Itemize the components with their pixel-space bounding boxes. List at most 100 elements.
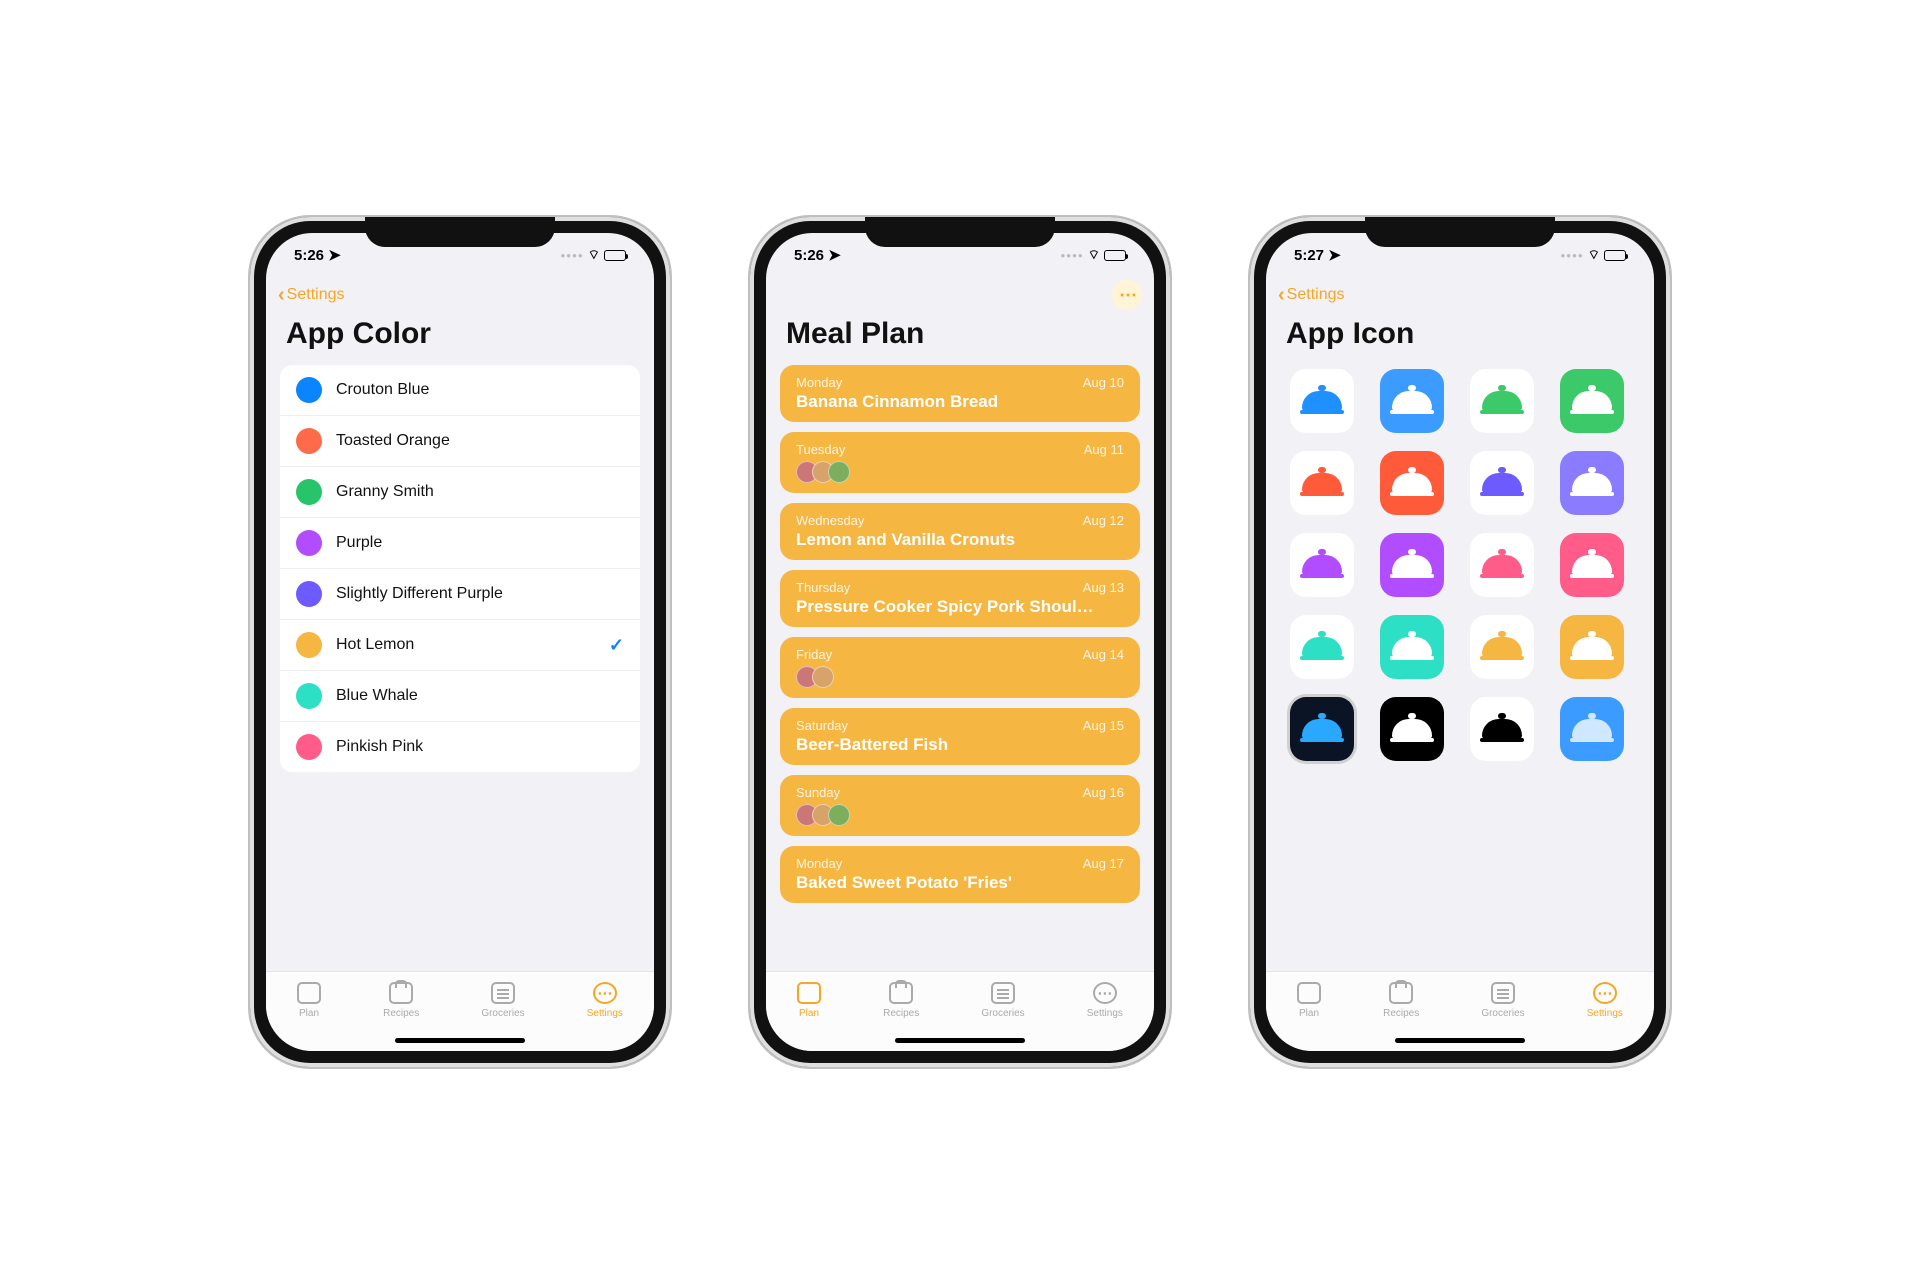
app-icon-option[interactable] <box>1380 451 1444 515</box>
meal-name: Beer-Battered Fish <box>796 735 1124 755</box>
app-icon-option[interactable] <box>1470 369 1534 433</box>
tab-settings[interactable]: ⋯ Settings <box>587 982 623 1019</box>
back-button[interactable]: ‹ Settings <box>278 284 344 307</box>
app-icon-option[interactable] <box>1560 451 1624 515</box>
page-title: Meal Plan <box>766 313 1154 365</box>
wifi-icon: ⌔ <box>588 247 600 263</box>
home-indicator[interactable] <box>895 1038 1025 1043</box>
app-icon-option[interactable] <box>1380 697 1444 761</box>
cloche-icon <box>1482 634 1522 660</box>
app-icon-option[interactable] <box>1290 697 1354 761</box>
groceries-icon <box>1491 982 1515 1004</box>
meal-thumbs <box>796 666 1124 688</box>
color-row[interactable]: Blue Whale <box>280 671 640 722</box>
settings-icon: ⋯ <box>1593 982 1617 1004</box>
checkmark-icon: ✓ <box>609 635 624 656</box>
color-row[interactable]: Slightly Different Purple <box>280 569 640 620</box>
meal-date: Aug 11 <box>1084 442 1124 457</box>
meal-card[interactable]: Friday Aug 14 <box>780 637 1140 698</box>
back-button[interactable]: ‹ Settings <box>1278 284 1344 307</box>
notch <box>365 217 555 247</box>
back-label: Settings <box>1287 286 1345 304</box>
icon-grid <box>1280 365 1640 765</box>
tab-label: Groceries <box>481 1008 524 1019</box>
app-icon-option[interactable] <box>1560 615 1624 679</box>
tab-label: Groceries <box>981 1008 1024 1019</box>
meal-card[interactable]: Thursday Aug 13 Pressure Cooker Spicy Po… <box>780 570 1140 627</box>
tab-label: Settings <box>1587 1008 1623 1019</box>
recipes-icon <box>1389 982 1413 1004</box>
cloche-icon <box>1302 552 1342 578</box>
tab-label: Plan <box>1299 1008 1319 1019</box>
tab-plan[interactable]: Plan <box>297 982 321 1019</box>
color-swatch <box>296 530 322 556</box>
app-icon-option[interactable] <box>1380 369 1444 433</box>
color-row[interactable]: Purple <box>280 518 640 569</box>
meal-plan-list: Monday Aug 10 Banana Cinnamon Bread Tues… <box>780 365 1140 903</box>
cellular-icon: ●●●● <box>560 251 583 260</box>
app-icon-option[interactable] <box>1560 533 1624 597</box>
app-icon-option[interactable] <box>1560 369 1624 433</box>
app-icon-option[interactable] <box>1470 615 1534 679</box>
page-title: App Color <box>266 313 654 365</box>
color-row[interactable]: Pinkish Pink <box>280 722 640 772</box>
meal-card[interactable]: Wednesday Aug 12 Lemon and Vanilla Cronu… <box>780 503 1140 560</box>
tab-settings[interactable]: ⋯ Settings <box>1587 982 1623 1019</box>
meal-day: Monday <box>796 856 842 871</box>
meal-card[interactable]: Monday Aug 10 Banana Cinnamon Bread <box>780 365 1140 422</box>
cloche-icon <box>1392 716 1432 742</box>
app-icon-option[interactable] <box>1290 615 1354 679</box>
phone-app-icon: 5:27 ➤ ●●●● ⌔ ‹ Settings App Icon <box>1250 217 1670 1067</box>
tab-settings[interactable]: ⋯ Settings <box>1087 982 1123 1019</box>
app-icon-option[interactable] <box>1380 615 1444 679</box>
app-icon-option[interactable] <box>1290 533 1354 597</box>
meal-card[interactable]: Saturday Aug 15 Beer-Battered Fish <box>780 708 1140 765</box>
tab-recipes[interactable]: Recipes <box>1383 982 1419 1019</box>
tab-recipes[interactable]: Recipes <box>383 982 419 1019</box>
tab-groceries[interactable]: Groceries <box>481 982 524 1019</box>
tab-recipes[interactable]: Recipes <box>883 982 919 1019</box>
cloche-icon <box>1302 388 1342 414</box>
plan-icon <box>797 982 821 1004</box>
recipes-icon <box>389 982 413 1004</box>
groceries-icon <box>991 982 1015 1004</box>
meal-card[interactable]: Monday Aug 17 Baked Sweet Potato 'Fries' <box>780 846 1140 903</box>
cloche-icon <box>1302 470 1342 496</box>
cloche-icon <box>1572 470 1612 496</box>
cloche-icon <box>1392 634 1432 660</box>
recipes-icon <box>889 982 913 1004</box>
color-name: Blue Whale <box>336 687 418 705</box>
cloche-icon <box>1572 716 1612 742</box>
meal-date: Aug 13 <box>1083 580 1124 595</box>
tab-label: Recipes <box>1383 1008 1419 1019</box>
tab-plan[interactable]: Plan <box>1297 982 1321 1019</box>
color-swatch <box>296 632 322 658</box>
meal-thumb-icon <box>828 461 850 483</box>
tab-label: Recipes <box>383 1008 419 1019</box>
app-icon-option[interactable] <box>1380 533 1444 597</box>
home-indicator[interactable] <box>1395 1038 1525 1043</box>
app-icon-option[interactable] <box>1560 697 1624 761</box>
tab-groceries[interactable]: Groceries <box>981 982 1024 1019</box>
color-row[interactable]: Hot Lemon ✓ <box>280 620 640 671</box>
meal-card[interactable]: Sunday Aug 16 <box>780 775 1140 836</box>
color-row[interactable]: Crouton Blue <box>280 365 640 416</box>
color-row[interactable]: Toasted Orange <box>280 416 640 467</box>
home-indicator[interactable] <box>395 1038 525 1043</box>
more-button[interactable]: ⋯ <box>1112 280 1142 310</box>
tab-groceries[interactable]: Groceries <box>1481 982 1524 1019</box>
app-icon-option[interactable] <box>1290 369 1354 433</box>
color-name: Granny Smith <box>336 483 434 501</box>
tab-plan[interactable]: Plan <box>797 982 821 1019</box>
app-icon-option[interactable] <box>1470 533 1534 597</box>
notch <box>1365 217 1555 247</box>
cloche-icon <box>1302 634 1342 660</box>
app-icon-option[interactable] <box>1290 451 1354 515</box>
app-icon-option[interactable] <box>1470 697 1534 761</box>
meal-card[interactable]: Tuesday Aug 11 <box>780 432 1140 493</box>
meal-day: Tuesday <box>796 442 845 457</box>
color-swatch <box>296 479 322 505</box>
color-row[interactable]: Granny Smith <box>280 467 640 518</box>
app-icon-option[interactable] <box>1470 451 1534 515</box>
meal-date: Aug 16 <box>1083 785 1124 800</box>
